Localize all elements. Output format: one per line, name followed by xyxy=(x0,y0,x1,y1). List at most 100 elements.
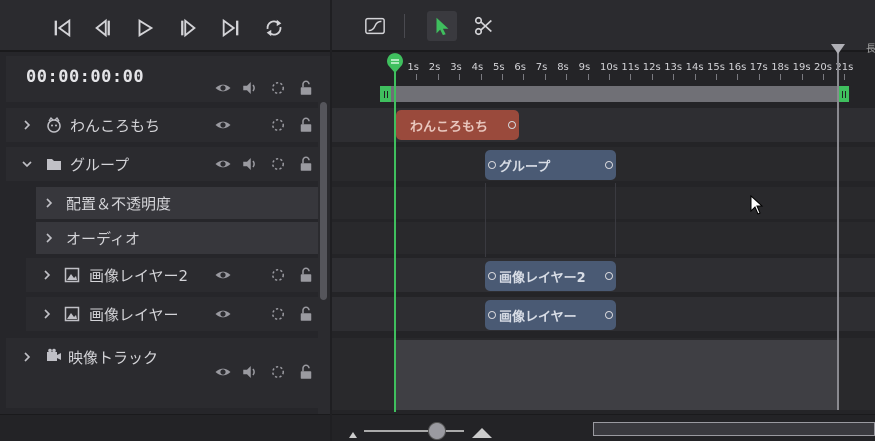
lock-toggle[interactable] xyxy=(297,155,315,173)
visibility-toggle[interactable] xyxy=(214,116,232,134)
lock-toggle[interactable] xyxy=(297,363,315,381)
end-marker-icon[interactable] xyxy=(831,44,845,54)
layer-label: 映像トラック xyxy=(68,349,159,367)
ruler-tick-label: 20s xyxy=(814,62,832,73)
zoom-slider-knob[interactable] xyxy=(428,422,446,440)
expand-chevron-icon[interactable] xyxy=(42,230,56,244)
clip-wankoromochi[interactable]: わんころもち xyxy=(396,110,519,140)
ruler-tick-label: 4s xyxy=(471,62,484,73)
end-marker-line[interactable] xyxy=(837,50,839,410)
clip-start-handle[interactable] xyxy=(488,311,496,319)
loop-button[interactable] xyxy=(262,16,286,40)
visibility-toggle[interactable] xyxy=(214,266,232,284)
solo-toggle[interactable] xyxy=(269,305,287,323)
lock-toggle[interactable] xyxy=(297,305,315,323)
solo-toggle[interactable] xyxy=(269,116,287,134)
cut-tool-button[interactable] xyxy=(469,11,499,41)
step-back-button[interactable] xyxy=(91,16,115,40)
video-track-region[interactable] xyxy=(394,340,839,410)
ruler-tick-mark xyxy=(780,74,782,80)
ruler-tick-mark xyxy=(416,74,418,80)
ruler-tick-mark xyxy=(480,74,482,80)
eye-icon xyxy=(215,121,231,129)
zoom-slider-track[interactable] xyxy=(364,430,464,432)
ruler-tick-mark xyxy=(694,74,696,80)
zoom-in-icon[interactable] xyxy=(472,428,492,438)
clip-end-handle[interactable] xyxy=(508,121,516,129)
clip-group[interactable]: グループ xyxy=(485,150,616,180)
skip-to-end-button[interactable] xyxy=(219,16,243,40)
audio-toggle[interactable] xyxy=(241,155,259,173)
skip-to-start-icon xyxy=(54,18,71,38)
ruler-tick-mark xyxy=(673,74,675,80)
playhead-handle[interactable] xyxy=(385,52,405,74)
ruler-tick-label: 2s xyxy=(428,62,441,73)
ruler-tick-label: 13s xyxy=(664,62,683,73)
ruler-tick-label: 9s xyxy=(578,62,591,73)
property-row-audio[interactable]: オーディオ xyxy=(36,222,318,254)
audio-toggle[interactable] xyxy=(241,79,259,97)
visibility-toggle[interactable] xyxy=(214,363,232,381)
ruler-tick-mark xyxy=(801,74,803,80)
zoom-out-icon[interactable] xyxy=(349,432,357,438)
visibility-toggle[interactable] xyxy=(214,79,232,97)
solo-toggle[interactable] xyxy=(269,155,287,173)
timeline-horizontal-scrollbar[interactable] xyxy=(593,422,875,436)
solo-toggle[interactable] xyxy=(269,266,287,284)
layer-scrollbar-thumb[interactable] xyxy=(320,102,327,300)
speaker-icon xyxy=(243,82,255,94)
video-track-icon xyxy=(46,348,62,364)
clip-start-handle[interactable] xyxy=(488,161,496,169)
skip-to-start-button[interactable] xyxy=(50,16,74,40)
loop-icon xyxy=(266,19,282,37)
range-start-handle[interactable] xyxy=(380,86,391,102)
solo-toggle[interactable] xyxy=(269,363,287,381)
expand-chevron-icon[interactable] xyxy=(40,306,54,320)
range-end-handle[interactable] xyxy=(838,86,849,102)
expand-chevron-icon[interactable] xyxy=(42,195,56,209)
dashed-circle-icon xyxy=(272,82,284,94)
clip-end-handle[interactable] xyxy=(605,272,613,280)
clip-image-layer[interactable]: 画像レイヤー xyxy=(485,300,616,330)
curve-editor-button[interactable] xyxy=(360,11,390,41)
lock-toggle[interactable] xyxy=(297,266,315,284)
ruler-tick-mark xyxy=(630,74,632,80)
play-button[interactable] xyxy=(133,16,157,40)
ruler-tick-mark xyxy=(737,74,739,80)
work-range-bar[interactable] xyxy=(384,86,842,102)
step-forward-button[interactable] xyxy=(176,16,200,40)
layer-row-image2[interactable]: 画像レイヤー2 xyxy=(26,258,318,292)
clip-end-handle[interactable] xyxy=(605,311,613,319)
audio-toggle[interactable] xyxy=(241,363,259,381)
playhead-line[interactable] xyxy=(394,62,396,412)
clip-image-layer-2[interactable]: 画像レイヤー2 xyxy=(485,261,616,291)
visibility-toggle[interactable] xyxy=(214,305,232,323)
ruler-tick-label: 6s xyxy=(514,62,526,73)
layer-panel-footer xyxy=(0,414,330,441)
lock-toggle[interactable] xyxy=(297,79,315,97)
solo-toggle[interactable] xyxy=(269,79,287,97)
clip-end-handle[interactable] xyxy=(605,161,613,169)
clip-start-handle[interactable] xyxy=(488,272,496,280)
ruler-tick-label: 5s xyxy=(493,62,505,73)
unlock-icon xyxy=(300,306,312,321)
property-label: オーディオ xyxy=(66,230,140,248)
expand-chevron-icon[interactable] xyxy=(20,117,34,131)
expand-chevron-icon[interactable] xyxy=(20,349,34,363)
visibility-toggle[interactable] xyxy=(214,155,232,173)
layer-row-image1[interactable]: 画像レイヤー xyxy=(26,297,318,331)
select-tool-button[interactable] xyxy=(427,11,457,41)
layer-row-video-track[interactable]: 映像トラック xyxy=(6,338,318,408)
ruler-tick-label: 1s xyxy=(407,62,419,73)
lock-toggle[interactable] xyxy=(297,116,315,134)
time-ruler[interactable]: 1s 2s 3s 4s 5s 6s 7s 8s 9s 10s 11s 12s 13s 14s 15s 16s 1… xyxy=(332,56,875,80)
clip-label: グループ xyxy=(499,159,551,175)
collapse-chevron-icon[interactable] xyxy=(20,156,34,170)
unlock-icon xyxy=(300,117,312,132)
property-row-transform[interactable]: 配置＆不透明度 xyxy=(36,187,318,219)
layer-panel: 00:00:00:00 わんころもち グループ 配置＆不透明度 オーディオ 画像… xyxy=(0,0,330,441)
layer-row-wankoromochi[interactable]: わんころもち xyxy=(6,108,318,142)
layer-row-group[interactable]: グループ xyxy=(6,147,318,181)
expand-chevron-icon[interactable] xyxy=(40,267,54,281)
select-arrow-icon xyxy=(436,17,449,36)
